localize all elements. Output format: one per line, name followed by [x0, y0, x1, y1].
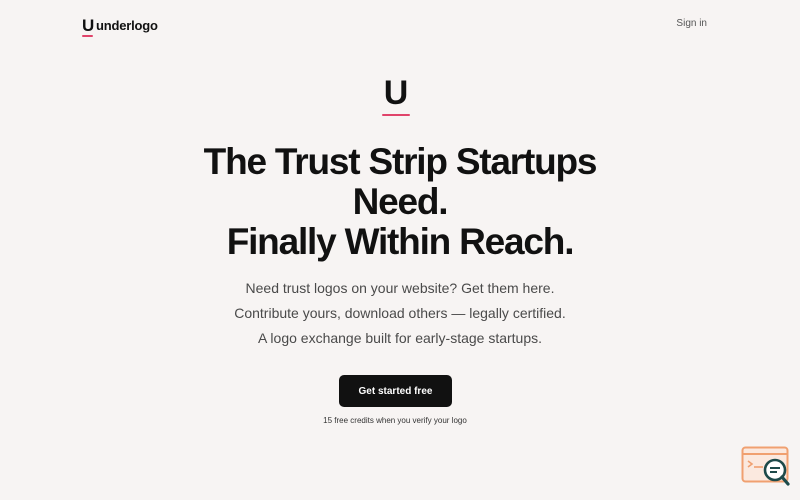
headline-line-2: Need. [352, 181, 449, 222]
credits-note: 15 free credits when you verify your log… [323, 416, 467, 425]
brand-logo-link[interactable]: U underlogo [82, 15, 158, 37]
hero-logo-mark: U [380, 76, 412, 118]
browser-window-magnifier-icon[interactable] [741, 446, 791, 488]
hero-mark-letter: U [383, 74, 409, 112]
headline-line-3: Finally Within Reach. [226, 221, 575, 262]
hero-mark-underline [382, 114, 410, 116]
subtitle-line-1: Need trust logos on your website? Get th… [245, 280, 555, 296]
headline-line-1: The Trust Strip Startups [203, 141, 598, 182]
feedback-widget-svg [741, 446, 790, 486]
top-nav: U underlogo Sign in [0, 0, 800, 50]
hero-subtitle: Need trust logos on your website? Get th… [150, 276, 650, 351]
sign-in-link[interactable]: Sign in [676, 18, 707, 29]
hero-headline: The Trust Strip Startups Need. Finally W… [100, 142, 700, 262]
subtitle-line-2: Contribute yours, download others — lega… [234, 305, 566, 321]
brand-mark-icon: U [82, 15, 95, 37]
get-started-button[interactable]: Get started free [339, 375, 452, 407]
brand-name: underlogo [96, 17, 158, 33]
subtitle-line-3: A logo exchange built for early-stage st… [257, 330, 543, 346]
